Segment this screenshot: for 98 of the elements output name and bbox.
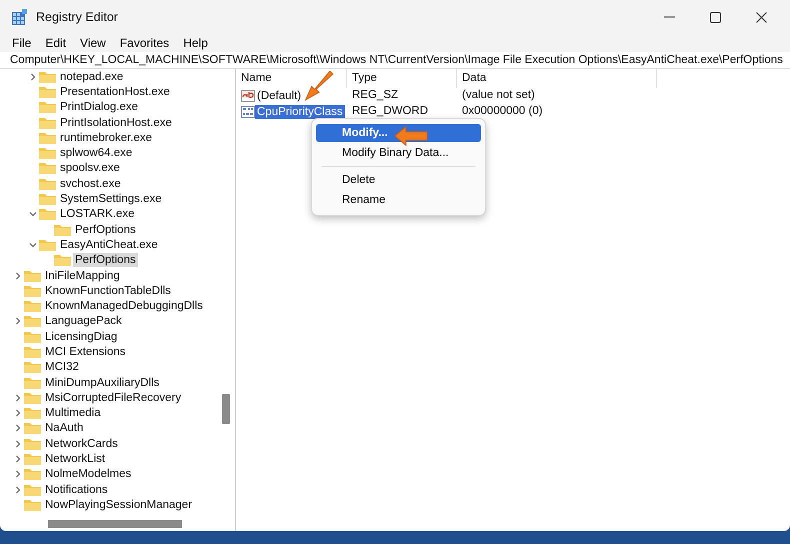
chevron-right-icon[interactable] — [14, 317, 22, 326]
tree-item[interactable]: runtimebroker.exe — [58, 130, 154, 145]
folder-icon — [54, 254, 71, 266]
chevron-right-icon[interactable] — [14, 455, 22, 464]
tree-item[interactable]: NolmeModelmes — [43, 467, 134, 482]
tree-item[interactable]: MCI Extensions — [43, 344, 128, 359]
folder-icon — [39, 193, 56, 206]
string-value-icon — [241, 89, 255, 103]
folder-icon — [24, 376, 41, 389]
tree-item[interactable]: LicensingDiag — [43, 330, 120, 344]
chevron-right-icon[interactable] — [14, 394, 22, 402]
value-name[interactable]: CpuPriorityClass — [255, 105, 345, 119]
maximize-icon — [710, 12, 720, 22]
menu-item[interactable]: Modify... — [316, 124, 481, 142]
folder-icon — [24, 498, 41, 511]
registry-editor-icon — [12, 9, 28, 25]
chevron-right-icon[interactable] — [29, 72, 37, 81]
tree-item[interactable]: PrintDialog.exe — [58, 100, 140, 114]
folder-icon — [24, 453, 41, 466]
folder-icon — [24, 468, 41, 480]
tree-item[interactable]: spoolsv.exe — [58, 161, 122, 176]
column-header[interactable]: Type — [347, 69, 457, 88]
chevron-right-icon[interactable] — [14, 440, 22, 448]
tree-item[interactable]: MCI32 — [43, 360, 81, 374]
chevron-right-icon[interactable] — [14, 409, 22, 418]
value-name[interactable]: (Default) — [255, 89, 304, 103]
chevron-right-icon[interactable] — [14, 424, 22, 432]
menu-item[interactable]: Delete — [316, 171, 481, 189]
folder-icon — [39, 208, 56, 220]
tree-item[interactable]: SystemSettings.exe — [58, 192, 164, 206]
arrow-icon — [394, 125, 428, 147]
folder-icon — [39, 238, 56, 251]
close-icon — [756, 12, 766, 22]
menu-item[interactable]: Modify Binary Data... — [316, 144, 481, 162]
tree-item[interactable]: MiniDumpAuxiliaryDlls — [43, 376, 162, 390]
folder-icon — [24, 392, 41, 404]
folder-icon — [24, 315, 41, 328]
menu-item[interactable]: Edit — [39, 35, 72, 51]
folder-icon — [24, 284, 41, 297]
tree-item[interactable]: PrintIsolationHost.exe — [58, 116, 174, 130]
minimize-icon — [664, 16, 674, 18]
folder-icon — [39, 162, 56, 174]
folder-icon — [39, 86, 56, 98]
tree-item[interactable]: IniFileMapping — [43, 268, 122, 282]
folder-icon — [54, 224, 71, 236]
tree-item[interactable]: notepad.exe — [58, 70, 126, 84]
table-cell-text: REG_DWORD — [351, 104, 430, 120]
tree-item[interactable]: KnownManagedDebuggingDlls — [43, 299, 205, 314]
tree-item[interactable]: NowPlayingSessionManager — [43, 498, 194, 512]
table-cell-text: 0x00000000 (0) — [461, 104, 543, 120]
folder-icon — [24, 422, 41, 434]
tree-item[interactable]: splwow64.exe — [58, 146, 134, 160]
folder-icon — [39, 101, 56, 114]
folder-icon — [24, 270, 41, 282]
tree-item[interactable]: PresentationHost.exe — [58, 84, 172, 99]
chevron-right-icon[interactable] — [14, 486, 22, 494]
tree-item[interactable]: Notifications — [43, 482, 110, 497]
tree-item[interactable]: NaAuth — [43, 421, 86, 436]
folder-icon — [39, 178, 56, 190]
folder-icon — [24, 346, 41, 358]
tree-item[interactable]: NetworkList — [43, 452, 108, 466]
chevron-down-icon[interactable] — [29, 210, 37, 218]
menu-item[interactable]: View — [74, 35, 112, 51]
tree-item[interactable]: LanguagePack — [43, 314, 124, 328]
tree-item[interactable]: svchost.exe — [58, 176, 123, 191]
tree-item[interactable]: LOSTARK.exe — [58, 207, 137, 222]
scrollbar-thumb[interactable] — [48, 520, 182, 528]
menu-item[interactable]: Rename — [316, 191, 481, 209]
scrollbar-thumb[interactable] — [222, 394, 230, 424]
chevron-down-icon[interactable] — [29, 240, 37, 249]
chevron-right-icon[interactable] — [14, 470, 22, 478]
menu-item[interactable]: Help — [177, 35, 214, 51]
tree-item[interactable]: MsiCorruptedFileRecovery — [43, 390, 184, 405]
table-cell-text: (value not set) — [461, 88, 535, 104]
folder-icon — [24, 361, 41, 374]
tree-item[interactable]: KnownFunctionTableDlls — [43, 284, 173, 298]
address-bar[interactable]: Computer\HKEY_LOCAL_MACHINE\SOFTWARE\Microsoft\Windows NT\CurrentVersion\Image File Execution Options\EasyAntiCheat.exe\PerfOptions — [0, 52, 790, 69]
folder-icon — [39, 132, 56, 144]
tree-item[interactable]: EasyAntiCheat.exe — [58, 238, 160, 252]
chevron-right-icon[interactable] — [14, 272, 22, 280]
window-title: Registry Editor — [36, 8, 118, 26]
menu-item[interactable]: Favorites — [114, 35, 176, 51]
tree-item[interactable]: Multimedia — [43, 406, 103, 420]
menu-item[interactable]: File — [6, 35, 38, 51]
folder-icon — [24, 407, 41, 420]
folder-icon — [24, 330, 41, 343]
folder-icon — [24, 484, 41, 496]
folder-icon — [39, 147, 56, 160]
folder-icon — [24, 300, 41, 312]
tree-item[interactable]: PerfOptions — [73, 253, 138, 268]
tree-item[interactable]: PerfOptions — [73, 222, 138, 237]
folder-icon — [39, 70, 56, 83]
table-cell-text: REG_SZ — [351, 88, 400, 104]
tree-item[interactable]: NetworkCards — [43, 436, 120, 451]
folder-icon — [24, 438, 41, 450]
column-header[interactable]: Data — [457, 69, 657, 88]
binary-value-icon — [241, 105, 255, 119]
folder-icon — [39, 116, 56, 129]
